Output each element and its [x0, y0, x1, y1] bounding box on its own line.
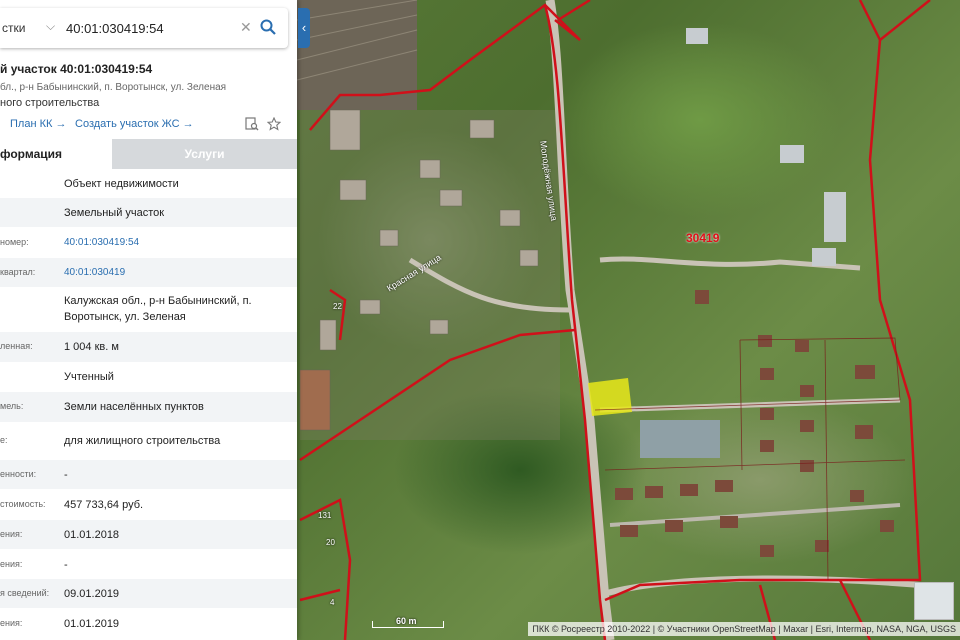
property-label: стоимость:: [0, 499, 46, 509]
search-input[interactable]: [66, 18, 236, 38]
parcel-number: 20: [326, 538, 335, 547]
property-row: е: для жилищного строительства: [0, 423, 297, 460]
parcel-number: 22: [333, 302, 342, 311]
parcel-number: 4: [330, 598, 335, 607]
panel-tabs: формация Услуги: [0, 139, 297, 169]
property-label: ленная:: [0, 341, 33, 351]
create-zs-link[interactable]: Создать участок ЖС →: [75, 118, 194, 130]
property-value: Земли населённых пунктов: [64, 401, 204, 413]
property-row: ения: -: [0, 550, 297, 579]
map-scale-label: 60 m: [396, 616, 417, 626]
search-type-select[interactable]: стки: [2, 21, 25, 35]
property-label: квартал:: [0, 267, 36, 277]
cadastral-number-link[interactable]: 40:01:030419:54: [64, 235, 290, 251]
property-row: Объект недвижимости: [0, 169, 297, 198]
close-icon[interactable]: ✕: [240, 19, 252, 36]
property-label: номер:: [0, 237, 29, 247]
property-value: 457 733,64 руб.: [64, 499, 144, 511]
property-value: Земельный участок: [64, 207, 165, 219]
tab-services[interactable]: Услуги: [112, 139, 297, 169]
property-label: е:: [0, 435, 8, 445]
info-panel: стки ⌵ ✕ й участок 40:01:030419:54 бл., …: [0, 0, 297, 640]
village-area: [300, 110, 560, 440]
property-row: стоимость: 457 733,64 руб.: [0, 490, 297, 520]
object-address: бл., р-н Бабынинский, п. Воротынск, ул. …: [0, 82, 227, 93]
collapse-panel-button[interactable]: ‹: [298, 8, 310, 48]
property-value: Объект недвижимости: [64, 178, 179, 190]
property-value: -: [64, 469, 68, 481]
property-row: квартал: 40:01:030419: [0, 258, 297, 288]
property-row: мель: Земли населённых пунктов: [0, 392, 297, 423]
property-label: ения:: [0, 618, 23, 628]
property-row: Калужская обл., р-н Бабынинский, п. Воро…: [0, 288, 297, 332]
property-label: ения:: [0, 559, 23, 569]
property-label: енности:: [0, 469, 37, 479]
property-value: для жилищного строительства: [64, 435, 221, 447]
search-bar: стки ⌵ ✕: [0, 8, 288, 48]
property-label: я сведений:: [0, 588, 50, 598]
tab-info[interactable]: формация: [0, 139, 112, 169]
property-row: я сведений: 09.01.2019: [0, 579, 297, 609]
property-row: ленная: 1 004 кв. м: [0, 332, 297, 363]
star-icon[interactable]: [267, 117, 281, 131]
minimap[interactable]: [914, 582, 954, 620]
property-value: 1 004 кв. м: [64, 341, 119, 353]
property-list: Объект недвижимости Земельный участок но…: [0, 169, 297, 639]
object-title: й участок 40:01:030419:54: [0, 62, 153, 76]
property-row: енности: -: [0, 460, 297, 490]
cadastral-quarter-link[interactable]: 40:01:030419: [64, 265, 290, 281]
property-row: номер: 40:01:030419:54: [0, 228, 297, 258]
selected-parcel[interactable]: [588, 378, 632, 416]
property-value: Учтенный: [64, 371, 114, 383]
quarter-label[interactable]: 30419: [686, 231, 719, 245]
property-row: Учтенный: [0, 363, 297, 392]
object-usage: ного строительства: [0, 97, 100, 109]
report-search-icon[interactable]: [245, 117, 259, 131]
property-label: мель:: [0, 401, 24, 411]
property-value: 09.01.2019: [64, 588, 120, 600]
warehouse-building: [640, 420, 720, 458]
plan-kk-link[interactable]: План КК →: [10, 118, 66, 130]
property-row: Земельный участок: [0, 198, 297, 228]
property-value: 01.01.2019: [64, 618, 120, 630]
property-row: ения: 01.01.2019: [0, 609, 297, 639]
property-value: Калужская обл., р-н Бабынинский, п. Воро…: [64, 295, 252, 323]
property-value: -: [64, 559, 68, 571]
property-label: ения:: [0, 529, 23, 539]
search-icon[interactable]: [260, 19, 276, 35]
property-value: 01.01.2018: [64, 529, 120, 541]
map-attribution: ПКК © Росреестр 2010-2022 | © Участники …: [528, 622, 960, 636]
chevron-down-icon[interactable]: ⌵: [46, 19, 55, 34]
parcel-number: 131: [318, 511, 332, 520]
property-row: ения: 01.01.2018: [0, 520, 297, 550]
